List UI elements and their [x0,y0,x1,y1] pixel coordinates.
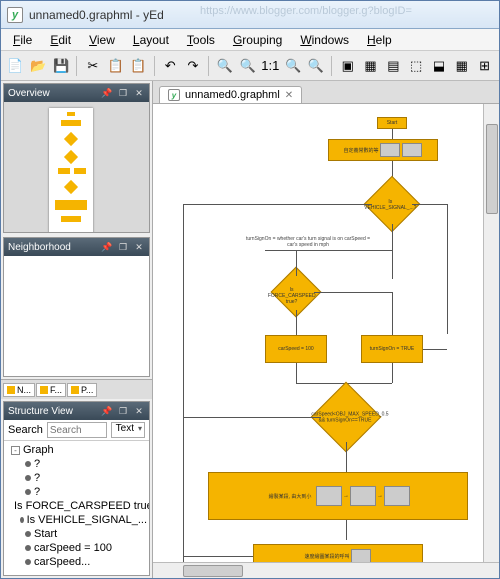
document-tab-label: unnamed0.graphml [185,89,280,101]
zoom-fit-button[interactable]: 🔍 [306,55,327,77]
overview-canvas[interactable] [4,102,149,232]
menubar: FileEditViewLayoutToolsGroupingWindowsHe… [1,29,499,51]
node-label: 自定義常數的等 [343,147,378,154]
vertical-scrollbar[interactable] [483,104,499,562]
node-turnsign-true[interactable]: turnSignOn = TRUE [361,335,423,363]
tree-node[interactable]: Is VEHICLE_SIGNAL_... [8,513,147,527]
panel-pin-icon[interactable]: 📌 [101,87,113,99]
node-render-scale[interactable]: 繪製某段, 由大到小 → → [208,472,468,520]
structure-tree[interactable]: -Graph???Is FORCE_CARSPEED true?Is VEHIC… [4,441,149,575]
neighborhood-canvas[interactable] [4,256,149,376]
node-render-zoom[interactable]: 自定義常數的等 [328,139,438,161]
tree-node[interactable]: ? [8,485,147,499]
thumbnail-icon [350,486,376,506]
horizontal-scrollbar[interactable] [153,562,499,578]
tree-node[interactable]: ? [8,457,147,471]
thumbnail-icon [316,486,342,506]
node-start[interactable]: Start [377,117,407,129]
thumbnail-icon [380,143,400,157]
panel-restore-icon[interactable]: ❐ [117,405,129,417]
panel-restore-icon[interactable]: ❐ [117,241,129,253]
panel-restore-icon[interactable]: ❐ [117,87,129,99]
menu-file[interactable]: File [5,31,40,49]
select-mode-button[interactable]: ▦ [360,55,381,77]
edit-mode-button[interactable]: ▤ [383,55,404,77]
close-icon[interactable]: ✕ [285,90,293,101]
overview-panel-header[interactable]: Overview 📌 ❐ ✕ [4,84,149,102]
titlebar: y unnamed0.graphml - yEd https://www.blo… [1,1,499,29]
thumbnail-icon [384,486,410,506]
panel-close-icon[interactable]: ✕ [133,405,145,417]
palette-tab[interactable]: F... [36,383,66,397]
filter-dropdown[interactable]: Text [111,422,145,438]
toolbar: 📄📂💾✂📋📋↶↷🔍🔍1:1🔍🔍▣▦▤⬚⬓▦⊞ [1,51,499,81]
document-tab[interactable]: y unnamed0.graphml ✕ [159,86,302,103]
menu-help[interactable]: Help [359,31,400,49]
hierarchy-button[interactable]: ⬚ [406,55,427,77]
node-asset-footer[interactable]: 速度繪圖某段的呼叫 [253,544,423,562]
menu-view[interactable]: View [81,31,123,49]
redo-button[interactable]: ↷ [183,55,204,77]
background-url-ghost: https://www.blogger.com/blogger.g?blogID… [200,5,412,17]
zoom-in-button[interactable]: 🔍 [214,55,235,77]
tree-node[interactable]: carSpeed... [8,555,147,569]
menu-grouping[interactable]: Grouping [225,31,290,49]
fit-content-button[interactable]: ▣ [337,55,358,77]
palette-tab[interactable]: P... [67,383,97,397]
structure-title: Structure View [8,406,73,417]
palette-tab[interactable]: N... [3,383,35,397]
palette-tabs: N...F...P... [1,379,152,399]
panel-pin-icon[interactable]: 📌 [101,241,113,253]
node-speed-100[interactable]: carSpeed = 100 [265,335,327,363]
zoom-1-1-button[interactable]: 1:1 [260,55,281,77]
doc-icon: y [168,89,180,101]
tree-node[interactable]: -Graph [8,443,147,457]
cut-button[interactable]: ✂ [82,55,103,77]
menu-tools[interactable]: Tools [179,31,223,49]
neighborhood-panel-header[interactable]: Neighborhood 📌 ❐ ✕ [4,238,149,256]
overview-title: Overview [8,88,50,99]
node-label: 繪製某段, 由大到小 [265,493,315,500]
menu-layout[interactable]: Layout [125,31,177,49]
paste-button[interactable]: 📋 [128,55,149,77]
copy-button[interactable]: 📋 [105,55,126,77]
menu-windows[interactable]: Windows [292,31,357,49]
grid2-button[interactable]: ⊞ [474,55,495,77]
tree-node[interactable]: Start [8,527,147,541]
menu-edit[interactable]: Edit [42,31,79,49]
save-doc-button[interactable]: 💾 [51,55,72,77]
tree-node[interactable]: Is FORCE_CARSPEED true? [8,499,147,513]
thumbnail-icon [402,143,422,157]
tree-node[interactable]: carSpeed = 100 [8,541,147,555]
edge-label: turnSignOn = whether car's turn signal i… [243,236,373,248]
search-label: Search [8,424,43,436]
document-tabstrip: y unnamed0.graphml ✕ [153,81,499,104]
zoom-out-button[interactable]: 🔍 [237,55,258,77]
panel-close-icon[interactable]: ✕ [133,87,145,99]
undo-button[interactable]: ↶ [160,55,181,77]
tree-layout-button[interactable]: ⬓ [429,55,450,77]
new-doc-button[interactable]: 📄 [5,55,26,77]
panel-pin-icon[interactable]: 📌 [101,405,113,417]
zoom-sel-button[interactable]: 🔍 [283,55,304,77]
app-icon: y [7,7,23,23]
graph-canvas[interactable]: Start 自定義常數的等 Is VEHICLE_SIGNAL_...? tur… [153,104,499,562]
thumbnail-icon [351,549,371,562]
structure-panel-header[interactable]: Structure View 📌 ❐ ✕ [4,402,149,420]
node-label: 速度繪圖某段的呼叫 [304,553,349,560]
search-input[interactable] [47,422,107,438]
neighborhood-title: Neighborhood [8,242,71,253]
grid-button[interactable]: ▦ [451,55,472,77]
window-title: unnamed0.graphml - yEd [29,8,164,22]
panel-close-icon[interactable]: ✕ [133,241,145,253]
tree-node[interactable]: ? [8,471,147,485]
open-doc-button[interactable]: 📂 [28,55,49,77]
